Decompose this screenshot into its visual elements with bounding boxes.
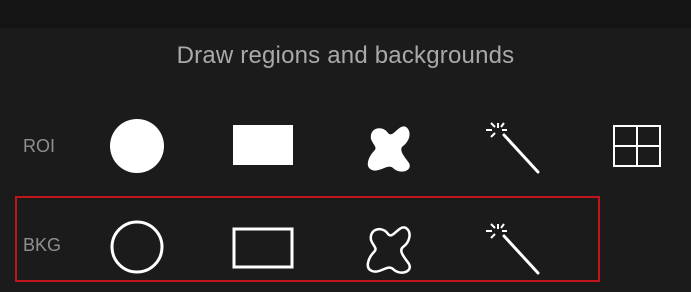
- magic-wand-icon: [486, 223, 540, 275]
- bkg-freehand-tool-button[interactable]: [355, 216, 421, 282]
- roi-circle-tool-button[interactable]: [107, 116, 167, 176]
- filled-rectangle-icon: [233, 125, 293, 165]
- panel-title: Draw regions and backgrounds: [176, 42, 515, 69]
- grid-icon: [613, 125, 661, 167]
- roi-rectangle-tool-button[interactable]: [230, 122, 296, 168]
- magic-wand-icon: [486, 122, 540, 174]
- roi-row-label: ROI: [23, 136, 56, 156]
- bkg-rectangle-tool-button[interactable]: [230, 225, 296, 271]
- outline-circle-icon: [110, 220, 164, 274]
- outline-freehand-shape-icon: [366, 226, 411, 274]
- bkg-magic-wand-tool-button[interactable]: [480, 216, 550, 282]
- filled-freehand-shape-icon: [367, 126, 410, 172]
- draw-regions-panel: Draw regions and backgrounds ROI BKG: [0, 0, 691, 292]
- filled-circle-icon: [110, 119, 164, 173]
- roi-magic-wand-tool-button[interactable]: [480, 115, 550, 181]
- outline-rectangle-icon: [232, 227, 294, 269]
- bkg-row-label: BKG: [23, 235, 62, 255]
- top-strip: [0, 0, 691, 28]
- roi-grid-tool-button[interactable]: [612, 124, 664, 168]
- roi-freehand-tool-button[interactable]: [355, 115, 421, 181]
- bkg-circle-tool-button[interactable]: [107, 217, 167, 277]
